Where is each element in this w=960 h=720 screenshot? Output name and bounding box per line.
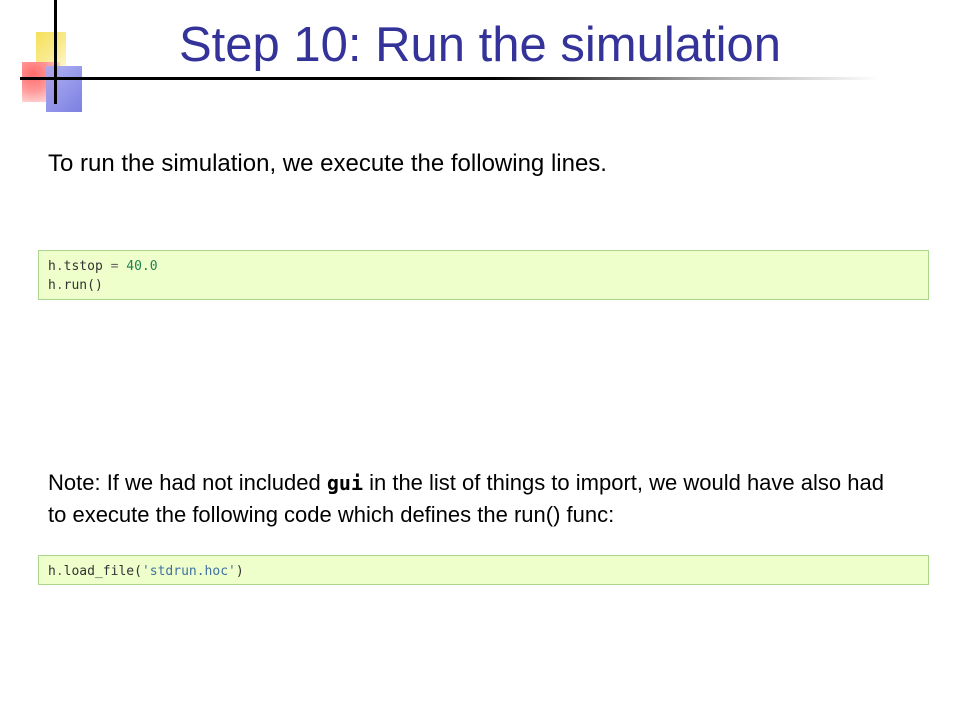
code-token: ) [235, 564, 244, 579]
code-token: = [102, 259, 127, 274]
note-keyword-gui: gui [326, 471, 363, 495]
code-token: ( [134, 564, 142, 579]
code-token: . [55, 564, 64, 579]
code-token: load_file [63, 564, 135, 579]
code-block-run: h.tstop = 40.0 h.run() [38, 250, 929, 300]
logo-blue-square [46, 66, 82, 112]
note-before: Note: If we had not included [48, 470, 327, 495]
code-token: () [87, 278, 103, 293]
code-token: . [55, 278, 64, 293]
code-token: h [48, 259, 56, 274]
code-line-load-file: h.load_file('stdrun.hoc') [48, 562, 928, 581]
code-line-run: h.run() [48, 276, 928, 295]
code-token: 40.0 [126, 259, 158, 274]
note-text: Note: If we had not included gui in the … [48, 467, 898, 531]
code-token: run [63, 278, 88, 293]
code-block-load-file: h.load_file('stdrun.hoc') [38, 555, 929, 585]
code-token: 'stdrun.hoc' [141, 564, 236, 579]
slide-title: Step 10: Run the simulation [179, 18, 781, 72]
code-token: h [48, 564, 56, 579]
code-line-tstop: h.tstop = 40.0 [48, 257, 928, 276]
code-token: tstop [63, 259, 103, 274]
slide: Step 10: Run the simulation To run the s… [0, 0, 960, 720]
code-token: . [55, 259, 64, 274]
logo-vertical-line [54, 0, 57, 104]
logo-yellow-square [36, 32, 66, 66]
title-underline [20, 77, 880, 80]
intro-text: To run the simulation, we execute the fo… [48, 150, 607, 177]
code-token: h [48, 278, 56, 293]
